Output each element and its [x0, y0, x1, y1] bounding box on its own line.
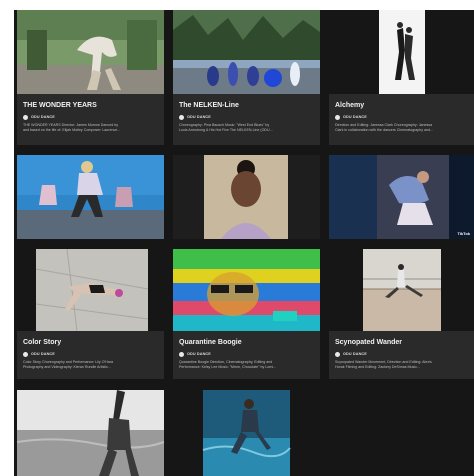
video-thumbnail[interactable] [173, 155, 320, 239]
video-thumbnail[interactable] [17, 155, 164, 239]
video-title[interactable]: The NELKEN-Line [179, 102, 239, 109]
video-card-4[interactable] [17, 155, 164, 239]
video-title[interactable]: THE WONDER YEARS [23, 102, 97, 109]
video-info: The NELKEN-Line ODU DANCE Choreography: … [173, 94, 320, 145]
video-info: THE WONDER YEARS ODU DANCE THE WONDER YE… [17, 94, 164, 145]
creator-avatar [179, 351, 184, 357]
creator-avatar [335, 114, 340, 120]
video-card-5[interactable] [173, 155, 320, 239]
video-info: Alchemy ODU DANCE Direction and Editing:… [329, 94, 474, 145]
thumbnail-dancers-pier [17, 155, 164, 239]
creator[interactable]: ODU DANCE [23, 114, 55, 120]
video-thumbnail[interactable] [173, 249, 320, 331]
creator[interactable]: ODU DANCE [23, 351, 55, 357]
video-info: Scynopated Wander ODU DANCE Scynopated W… [329, 331, 474, 379]
thumbnail-dancer-court [329, 249, 474, 331]
thumbnail-duet-white-backdrop [329, 10, 474, 94]
creator-name: ODU DANCE [343, 352, 367, 356]
creator-avatar [23, 114, 28, 120]
video-title[interactable]: Alchemy [335, 102, 364, 109]
video-thumbnail[interactable] [17, 10, 164, 94]
video-description: THE WONDER YEARS Director: James Morrow … [23, 123, 161, 133]
creator-name: ODU DANCE [343, 115, 367, 119]
creator[interactable]: ODU DANCE [179, 351, 211, 357]
video-card-scynopated-wander[interactable]: Scynopated Wander ODU DANCE Scynopated W… [329, 249, 474, 379]
thumbnail-dancer-water [173, 390, 320, 476]
creator-name: ODU DANCE [187, 115, 211, 119]
video-card-alchemy[interactable]: Alchemy ODU DANCE Direction and Editing:… [329, 10, 474, 145]
video-thumbnail[interactable] [17, 390, 164, 476]
description-line: Louis Armstrong & His Hot Five The NELKE… [179, 128, 273, 132]
video-description: Quarantine Boogie Direction, Cinematogra… [179, 360, 317, 370]
video-info: Quarantine Boogie ODU DANCE Quarantine B… [173, 331, 320, 379]
video-description: Scynopated Wander Movement, Direction an… [335, 360, 471, 370]
thumbnail-dancer-outdoors [17, 10, 164, 94]
video-card-the-nelken-line[interactable]: The NELKEN-Line ODU DANCE Choreography: … [173, 10, 320, 145]
video-card-10[interactable] [17, 390, 164, 476]
video-title[interactable]: Scynopated Wander [335, 339, 402, 346]
creator-avatar [23, 351, 28, 357]
video-card-the-wonder-years[interactable]: THE WONDER YEARS ODU DANCE THE WONDER YE… [17, 10, 164, 145]
video-card-quarantine-boogie[interactable]: Quarantine Boogie ODU DANCE Quarantine B… [173, 249, 320, 379]
video-thumbnail[interactable] [173, 10, 320, 94]
creator-name: ODU DANCE [31, 352, 55, 356]
description-line: Horak Filming and Editing: Zackery DeSim… [335, 365, 420, 369]
thumbnail-bw-beach-dancer [17, 390, 164, 476]
video-description: Direction and Editing: Janessa Clark Cho… [335, 123, 471, 133]
video-thumbnail[interactable]: TikTok [329, 155, 474, 239]
thumbnail-portrait [173, 155, 320, 239]
video-card-color-story[interactable]: Color Story ODU DANCE Color Story Choreo… [17, 249, 164, 379]
thumbnail-psychedelic-face [173, 249, 320, 331]
creator-name: ODU DANCE [187, 352, 211, 356]
thumbnail-dancers-line [173, 10, 320, 94]
video-info: Color Story ODU DANCE Color Story Choreo… [17, 331, 164, 379]
video-thumbnail[interactable] [329, 10, 474, 94]
description-line: Performance: Kelsy Lee Music: "Mmm, Choc… [179, 365, 277, 369]
description-line: Photography and Videography: Kieran Rund… [23, 365, 111, 369]
video-card-11[interactable] [173, 390, 320, 476]
video-thumbnail[interactable] [329, 249, 474, 331]
creator[interactable]: ODU DANCE [179, 114, 211, 120]
description-line: Clark in collaboration with the dancers … [335, 128, 434, 132]
creator[interactable]: ODU DANCE [335, 114, 367, 120]
thumbnail-tiktok-dance [329, 155, 474, 239]
description-line: and based on the life of: Elijah Motley … [23, 128, 121, 132]
video-grid: THE WONDER YEARS ODU DANCE THE WONDER YE… [14, 10, 474, 476]
creator-avatar [335, 351, 340, 357]
tiktok-watermark: TikTok [457, 231, 470, 236]
video-thumbnail[interactable] [173, 390, 320, 476]
thumbnail-floor-dancer [17, 249, 164, 331]
video-description: Choreography: Pina Bausch Music: "West E… [179, 123, 317, 133]
video-card-6[interactable]: TikTok [329, 155, 474, 239]
creator-avatar [179, 114, 184, 120]
creator[interactable]: ODU DANCE [335, 351, 367, 357]
creator-name: ODU DANCE [31, 115, 55, 119]
video-description: Color Story Choreography and Performance… [23, 360, 161, 370]
video-thumbnail[interactable] [17, 249, 164, 331]
video-title[interactable]: Quarantine Boogie [179, 339, 242, 346]
video-title[interactable]: Color Story [23, 339, 61, 346]
